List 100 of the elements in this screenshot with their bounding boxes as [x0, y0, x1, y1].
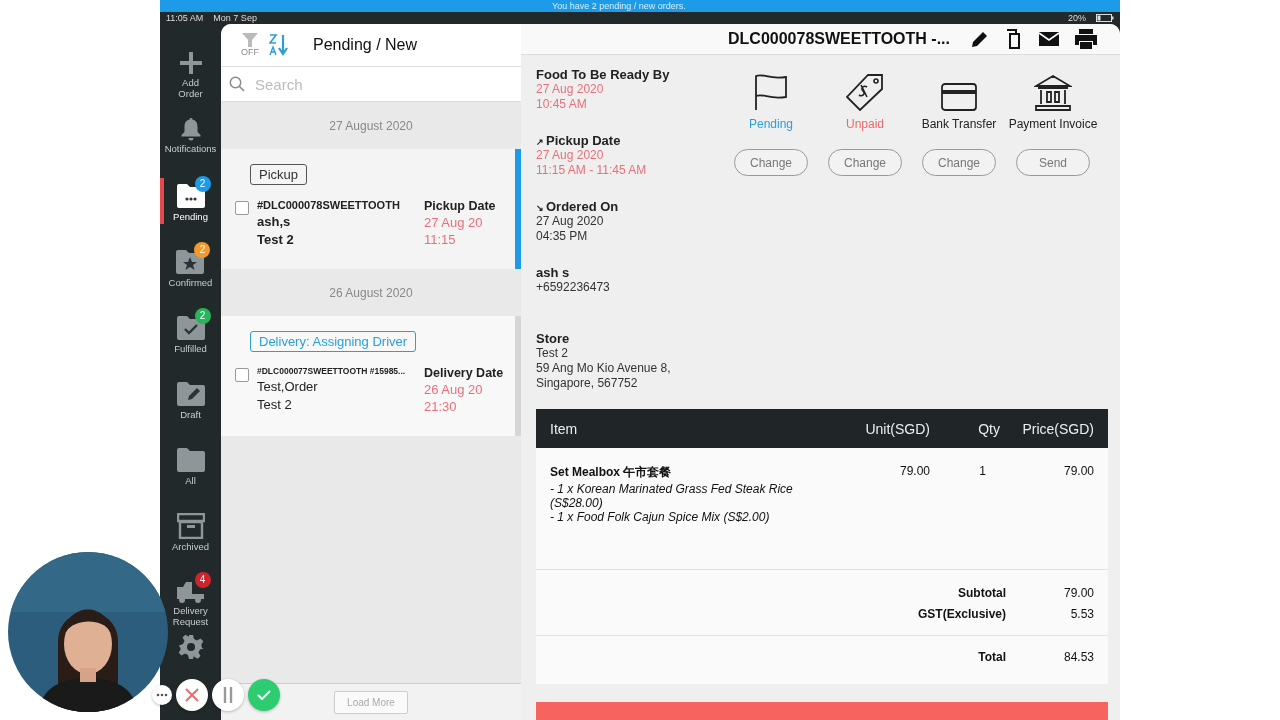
search-input[interactable]: Search	[253, 74, 521, 94]
table-cell-text: 79.00	[898, 464, 930, 480]
change-button[interactable]: Change	[734, 149, 808, 176]
status-label: Bank Transfer	[921, 117, 997, 131]
status-time: 11:05 AM	[166, 13, 204, 23]
info-value: 10:45 AM	[536, 97, 588, 112]
change-button[interactable]: Change	[828, 149, 902, 176]
settings-icon	[177, 634, 204, 660]
list-title: Pending / New	[313, 36, 418, 54]
count-badge: 2	[194, 242, 211, 258]
sidebar-item[interactable]: 2 Pending	[170, 176, 211, 223]
info-value: Singapore, 567752	[536, 376, 639, 391]
envelope-icon	[1038, 30, 1060, 48]
column-header: Item	[550, 420, 579, 437]
checkbox[interactable]	[235, 201, 249, 215]
summary-value: 79.00	[1062, 586, 1094, 600]
battery-level: 20%	[1068, 13, 1086, 23]
info-value: 27 Aug 2020	[536, 148, 605, 163]
order-date: 27 Aug 20	[424, 215, 484, 230]
table-cell-text: 1	[978, 464, 987, 480]
order-number: #DLC000078SWEETTOOTH	[257, 199, 401, 211]
info-label: Ordered On	[546, 199, 619, 214]
credit-card-icon	[941, 83, 977, 111]
bell-icon	[179, 117, 202, 141]
order-type-tag: Pickup	[250, 164, 308, 185]
status-label: Pending	[748, 117, 793, 131]
info-value: +6592236473	[536, 280, 611, 295]
order-time: 21:30	[424, 399, 458, 414]
info-value: Test 2	[536, 346, 569, 361]
status-date: Mon 7 Sep	[213, 13, 257, 23]
info-value: 27 Aug 2020	[536, 214, 605, 229]
count-badge: 2	[194, 176, 211, 192]
arrow-icon: ↘	[536, 203, 544, 213]
flag-icon	[753, 73, 789, 111]
info-label: Store	[536, 331, 570, 346]
bank-icon	[1034, 75, 1072, 111]
info-label: ash s	[536, 265, 570, 280]
status-label: Unpaid	[846, 117, 884, 131]
item-name: Set Mealbox 午市套餐	[550, 464, 673, 481]
change-button[interactable]: Change	[922, 149, 996, 176]
count-badge: 4	[194, 572, 211, 588]
sidebar-item[interactable]: Add Order	[170, 44, 211, 100]
sidebar-item[interactable]: Draft	[170, 374, 211, 421]
info-value: 11:15 AM - 11:45 AM	[536, 163, 648, 178]
more-button[interactable]	[152, 685, 172, 705]
search-icon	[229, 76, 245, 92]
search-field[interactable]: Search	[221, 66, 521, 102]
order-title: DLC000078SWEETTOOTH -...	[728, 30, 950, 48]
total-value: 84.53	[1062, 650, 1094, 664]
status-label: Payment Invoice	[1008, 117, 1098, 131]
order-time: 11:15	[424, 232, 457, 247]
close-icon	[185, 688, 199, 702]
change-button[interactable]: Send	[1016, 149, 1090, 176]
summary-value: 5.53	[1069, 607, 1094, 621]
order-number: #DLC000077SWEETTOOTH #15985...	[257, 366, 407, 376]
info-value: 27 Aug 2020	[536, 82, 605, 97]
item-option: - 1 x Food Folk Cajun Spice Mix (S$2.00)	[550, 510, 830, 524]
folder-icon	[175, 447, 206, 473]
archive-box-icon	[176, 513, 205, 539]
total-label: Total	[978, 650, 1006, 664]
summary-label: GST(Exclusive)	[917, 607, 1006, 621]
order-date: 26 Aug 20	[424, 382, 484, 397]
item-option: - 1 x Korean Marinated Grass Fed Steak Rice (S$28.00)	[550, 482, 830, 510]
date-label: Pickup Date	[424, 199, 496, 213]
battery-icon	[1096, 14, 1114, 22]
sidebar-item[interactable]: 2 Fulfilled	[170, 308, 211, 355]
date-group-heading: 27 August 2020	[329, 118, 413, 133]
printer-icon	[1074, 28, 1098, 50]
info-value: 04:35 PM	[536, 229, 589, 244]
price-tag-icon	[846, 73, 884, 111]
order-card[interactable]: Pickup #DLC000078SWEETTOOTH ash,s Test 2 Pickup Date 27 Aug 20 11:15	[221, 149, 521, 269]
store-name: Test 2	[257, 397, 293, 412]
pencil-icon	[970, 29, 990, 49]
folder-pencil-icon	[175, 381, 206, 407]
arrow-icon: ↗	[536, 137, 544, 147]
column-header: Qty	[977, 420, 1000, 437]
pause-icon	[223, 687, 233, 703]
count-badge: 2	[194, 308, 211, 324]
sidebar-item[interactable]: 2 Confirmed	[168, 242, 213, 289]
summary-label: Subtotal	[958, 586, 1006, 600]
sidebar-item[interactable]: Notifications	[164, 110, 217, 155]
selection-indicator	[160, 178, 164, 224]
sidebar-item[interactable]: Archived	[170, 506, 211, 553]
customer-name: Test,Order	[257, 379, 319, 394]
sort-icon[interactable]	[269, 34, 289, 56]
notification-banner-text: You have 2 pending / new orders.	[552, 1, 686, 11]
store-name: Test 2	[257, 232, 295, 247]
info-label: Pickup Date	[546, 133, 621, 148]
plus-icon	[178, 51, 203, 75]
sidebar-item[interactable]: 4 Delivery Request	[170, 572, 211, 628]
info-label: Food To Be Ready By	[536, 67, 670, 82]
info-value: 59 Ang Mo Kio Avenue 8,	[536, 361, 672, 376]
checkbox[interactable]	[235, 368, 249, 382]
order-card[interactable]: Delivery: Assigning Driver #DLC000077SWEETTOOTH #15985... Test,Order Test 2 Delivery Date 26 Aug 20 21:30	[221, 316, 521, 436]
date-label: Delivery Date	[424, 366, 504, 380]
sidebar-item[interactable]	[177, 634, 204, 660]
sidebar-item[interactable]: All	[170, 440, 211, 487]
customer-name: ash,s	[257, 214, 292, 229]
more-icon	[156, 693, 168, 697]
check-icon	[257, 690, 271, 700]
